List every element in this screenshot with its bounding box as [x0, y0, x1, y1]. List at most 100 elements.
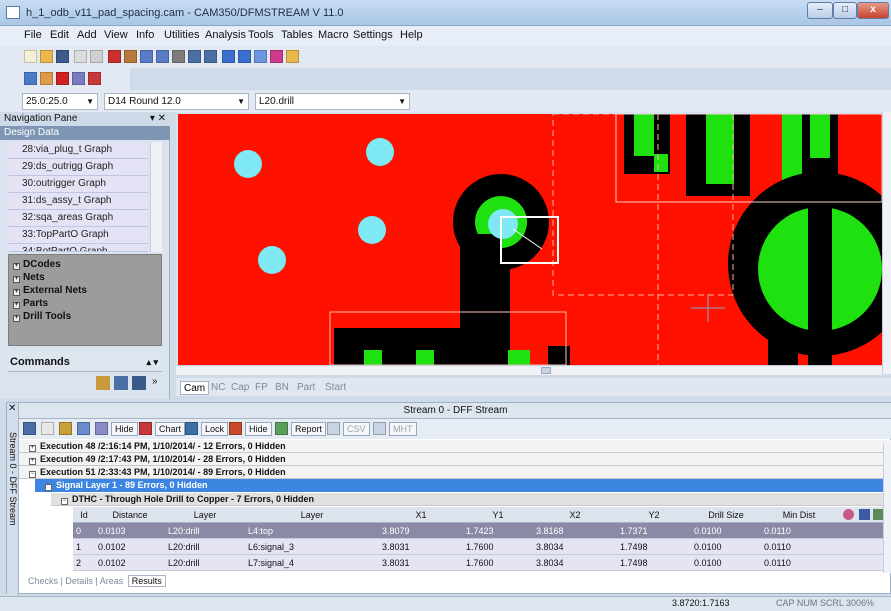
layer-list-item[interactable]: 29:ds_outrigg Graph: [8, 159, 148, 176]
run-icon[interactable]: [23, 422, 36, 435]
report-icon[interactable]: [286, 50, 299, 63]
table-row[interactable]: 2 0.0102 L20:drill L7:signal_4 3.8031 1.…: [73, 555, 886, 571]
pane-pin-close-icon[interactable]: ▾ ✕: [150, 112, 166, 126]
chevron-up-icon[interactable]: ▴ ▾: [146, 352, 158, 372]
menu-analysis[interactable]: Analysis: [205, 29, 246, 41]
tab-bn[interactable]: BN: [272, 381, 292, 395]
column-header[interactable]: Layer: [165, 507, 245, 523]
stream-side-tab[interactable]: ✕ Stream 0 - DFF Stream: [7, 403, 19, 595]
column-header[interactable]: Distance: [95, 507, 165, 523]
tab-fp[interactable]: FP: [252, 381, 271, 395]
dthc-row[interactable]: − DTHC - Through Hole Drill to Copper - 7…: [51, 493, 891, 506]
chart-icon[interactable]: [139, 422, 152, 435]
menu-info[interactable]: Info: [136, 29, 154, 41]
lock-icon[interactable]: [185, 422, 198, 435]
menu-macro[interactable]: Macro: [318, 29, 349, 41]
dcode-combo[interactable]: D14 Round 12.0 ▼: [104, 93, 249, 110]
menu-settings[interactable]: Settings: [353, 29, 393, 41]
column-header[interactable]: Id: [73, 507, 95, 523]
layer-list-item[interactable]: 32:sqa_areas Graph: [8, 210, 148, 227]
tab-part[interactable]: Part: [294, 381, 318, 395]
redraw-icon[interactable]: [108, 50, 121, 63]
tab-nc[interactable]: NC: [208, 381, 228, 395]
grid-combo[interactable]: 25.0:25.0 ▼: [22, 93, 98, 110]
new-icon[interactable]: [24, 50, 37, 63]
menu-file[interactable]: File: [24, 29, 42, 41]
execution-row[interactable]: + Execution 48 /2:16:14 PM, 1/10/2014/ - …: [19, 440, 891, 453]
move-icon[interactable]: [24, 72, 37, 85]
redo-icon[interactable]: [90, 50, 103, 63]
hide-button[interactable]: Hide: [111, 422, 138, 436]
layers-icon[interactable]: [222, 50, 235, 63]
table-icon[interactable]: [254, 50, 267, 63]
menu-utilities[interactable]: Utilities: [164, 29, 199, 41]
collapse-all-icon[interactable]: [77, 422, 90, 435]
paint-icon[interactable]: [124, 50, 137, 63]
menu-tables[interactable]: Tables: [281, 29, 313, 41]
zoom-prev-icon[interactable]: [204, 50, 217, 63]
table-row[interactable]: 0 0.0103 L20:drill L4:top 3.8079 1.7423 …: [73, 523, 886, 539]
menu-help[interactable]: Help: [400, 29, 423, 41]
execution-row[interactable]: − Execution 51 /2:33:43 PM, 1/10/2014/ - …: [19, 466, 891, 479]
chart-button[interactable]: Chart: [155, 422, 186, 436]
layer-list-scrollbar[interactable]: [150, 142, 162, 252]
mirror-icon[interactable]: [88, 72, 101, 85]
grid-icon[interactable]: [238, 50, 251, 63]
expand-icon[interactable]: +: [29, 458, 36, 465]
tab-checks[interactable]: Checks: [28, 576, 58, 586]
cam-canvas[interactable]: [178, 114, 882, 365]
expand-icon[interactable]: +: [13, 315, 20, 322]
zoom-window-icon[interactable]: [172, 50, 185, 63]
zoom-in-icon[interactable]: [140, 50, 153, 63]
menu-tools[interactable]: Tools: [248, 29, 274, 41]
tab-cap[interactable]: Cap: [228, 381, 252, 395]
hide-layer-button[interactable]: Hide: [245, 422, 272, 436]
lock-button[interactable]: Lock: [201, 422, 229, 436]
tree-item-drill-tools[interactable]: + Drill Tools: [13, 311, 71, 322]
stream-scrollbar[interactable]: [883, 443, 891, 573]
tree-item-nets[interactable]: + Nets: [13, 272, 45, 283]
expand-icon[interactable]: +: [13, 289, 20, 296]
signal-layer-row[interactable]: − Signal Layer 1 - 89 Errors, 0 Hidden: [35, 479, 891, 492]
column-header[interactable]: Layer: [245, 507, 379, 523]
open-icon[interactable]: [40, 50, 53, 63]
save-icon[interactable]: [56, 50, 69, 63]
menu-add[interactable]: Add: [77, 29, 97, 41]
expand-icon[interactable]: +: [29, 445, 36, 452]
minimize-button[interactable]: –: [807, 2, 833, 19]
zoom-out-icon[interactable]: [156, 50, 169, 63]
filter-icon[interactable]: [41, 422, 54, 435]
scroll-thumb[interactable]: [541, 367, 551, 374]
hide-layer-icon[interactable]: [229, 422, 242, 435]
expand-icon[interactable]: +: [13, 302, 20, 309]
maximize-button[interactable]: □: [833, 2, 857, 19]
layer-list-item[interactable]: 34:BotPartO Graph: [8, 244, 148, 252]
properties-icon[interactable]: [132, 376, 146, 390]
menu-view[interactable]: View: [104, 29, 128, 41]
delete-icon[interactable]: [56, 72, 69, 85]
undo-icon[interactable]: [74, 50, 87, 63]
overflow-icon[interactable]: »: [152, 376, 158, 387]
layer-list-item[interactable]: 30:outrigger Graph: [8, 176, 148, 193]
commands-header[interactable]: Commands ▴ ▾: [8, 352, 162, 372]
tab-start[interactable]: Start: [322, 381, 349, 395]
collapse-icon[interactable]: −: [29, 471, 36, 478]
grid-view-icon[interactable]: [114, 376, 128, 390]
rotate-icon[interactable]: [72, 72, 85, 85]
layer-list-item[interactable]: 28:via_plug_t Graph: [8, 142, 148, 159]
mht-button[interactable]: MHT: [389, 422, 417, 436]
tab-details[interactable]: Details: [65, 576, 93, 586]
menu-edit[interactable]: Edit: [50, 29, 69, 41]
column-header[interactable]: Min Dist: [761, 507, 837, 523]
csv-button[interactable]: CSV: [343, 422, 370, 436]
report-button[interactable]: Report: [291, 422, 327, 436]
column-header[interactable]: X1: [379, 507, 463, 523]
execution-row[interactable]: + Execution 49 /2:17:43 PM, 1/10/2014/ - …: [19, 453, 891, 466]
close-button[interactable]: x: [857, 2, 889, 19]
expand-icon[interactable]: +: [13, 276, 20, 283]
table-row[interactable]: 1 0.0102 L20:drill L6:signal_3 3.8031 1.…: [73, 539, 886, 555]
csv-icon[interactable]: [327, 422, 340, 435]
hide-icon[interactable]: [95, 422, 108, 435]
report-icon[interactable]: [275, 422, 288, 435]
column-header[interactable]: Y1: [463, 507, 533, 523]
